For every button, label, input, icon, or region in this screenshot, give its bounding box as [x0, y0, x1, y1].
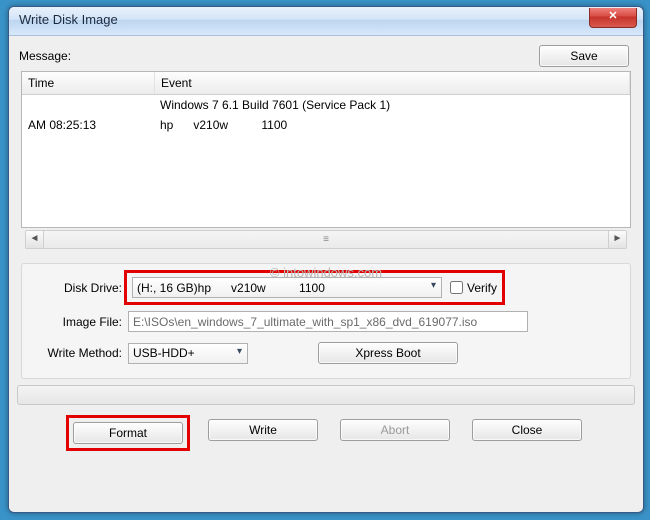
- image-file-field[interactable]: [128, 311, 528, 332]
- cell-event: Windows 7 6.1 Build 7601 (Service Pack 1…: [154, 95, 630, 115]
- save-button[interactable]: Save: [539, 45, 629, 67]
- xpress-boot-button[interactable]: Xpress Boot: [318, 342, 458, 364]
- scroll-right-arrow-icon[interactable]: ►: [608, 231, 626, 248]
- titlebar[interactable]: Write Disk Image ✕: [9, 7, 643, 36]
- abort-button[interactable]: Abort: [340, 419, 450, 441]
- client-area: Message: Save Time Event Windows 7 6.1 B…: [17, 41, 635, 504]
- verify-checkbox-group: Verify: [450, 281, 497, 295]
- cell-time: AM 08:25:13: [22, 115, 154, 135]
- disk-drive-select[interactable]: [132, 277, 442, 298]
- log-list-wrap: Time Event Windows 7 6.1 Build 7601 (Ser…: [21, 71, 631, 249]
- column-header-time[interactable]: Time: [22, 72, 155, 94]
- disk-drive-highlight: Verify: [128, 274, 501, 301]
- image-file-label: Image File:: [30, 315, 128, 329]
- close-button[interactable]: Close: [472, 419, 582, 441]
- action-buttons-row: Format Write Abort Close: [17, 419, 635, 451]
- table-row[interactable]: AM 08:25:13 hp v210w 1100: [22, 115, 630, 135]
- progress-bar: [17, 385, 635, 405]
- cell-time: [22, 95, 154, 115]
- column-header-event[interactable]: Event: [155, 72, 630, 94]
- window-frame: Write Disk Image ✕ Message: Save Time Ev…: [8, 6, 644, 513]
- write-method-combo-wrap: [128, 343, 248, 364]
- write-method-row: Write Method: Xpress Boot: [30, 342, 622, 364]
- write-method-select[interactable]: [128, 343, 248, 364]
- log-list[interactable]: Time Event Windows 7 6.1 Build 7601 (Ser…: [21, 71, 631, 228]
- log-body: Windows 7 6.1 Build 7601 (Service Pack 1…: [22, 95, 630, 227]
- format-highlight: Format: [70, 419, 186, 447]
- disk-drive-combo-wrap: [132, 277, 442, 298]
- disk-drive-row: Disk Drive: Verify: [30, 274, 622, 301]
- scroll-left-arrow-icon[interactable]: ◄: [26, 231, 44, 248]
- format-button[interactable]: Format: [73, 422, 183, 444]
- write-button[interactable]: Write: [208, 419, 318, 441]
- write-method-label: Write Method:: [30, 346, 128, 360]
- cell-event: hp v210w 1100: [154, 115, 630, 135]
- form-panel: Disk Drive: Verify Image File: Write Met…: [21, 263, 631, 379]
- message-label: Message:: [19, 49, 71, 63]
- table-row[interactable]: Windows 7 6.1 Build 7601 (Service Pack 1…: [22, 95, 630, 115]
- disk-drive-label: Disk Drive:: [30, 281, 128, 295]
- close-icon: ✕: [608, 10, 617, 22]
- verify-checkbox[interactable]: [450, 281, 463, 294]
- horizontal-scrollbar[interactable]: ◄ ≡ ►: [25, 230, 627, 249]
- log-header: Time Event: [22, 72, 630, 95]
- verify-label: Verify: [467, 281, 497, 295]
- message-row: Message: Save: [17, 41, 635, 71]
- scroll-track[interactable]: ≡: [44, 231, 608, 248]
- image-file-row: Image File:: [30, 311, 622, 332]
- window-title: Write Disk Image: [19, 12, 118, 27]
- close-window-button[interactable]: ✕: [589, 8, 637, 28]
